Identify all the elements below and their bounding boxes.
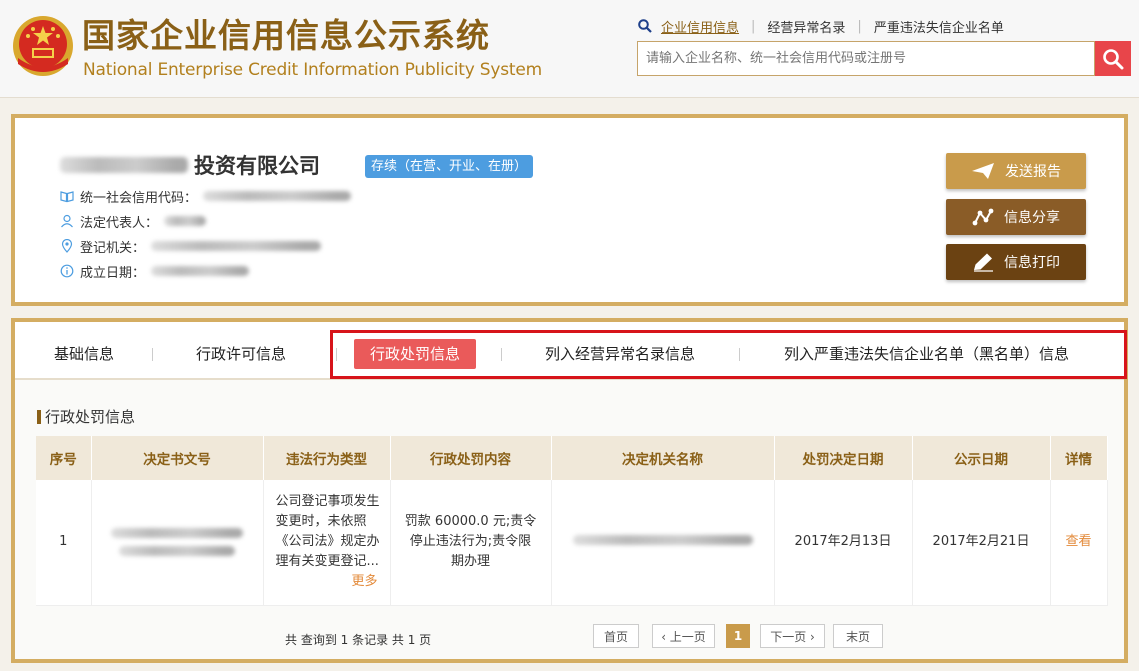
legal-rep-label: 法定代表人： — [80, 215, 159, 231]
credit-code-row: 统一社会信用代码： — [60, 186, 352, 206]
founded-label: 成立日期： — [80, 265, 146, 281]
cell-violation-type: 公司登记事项发生变更时，未依照《公司法》规定办理有关变更登记... 更多 — [263, 480, 391, 606]
column-header: 详情 — [1050, 436, 1108, 480]
company-info-panel: 投资有限公司 存续（在营、开业、在册） 统一社会信用代码： 法定代表人： 登记机… — [11, 114, 1128, 306]
tab-separator — [152, 348, 153, 361]
redacted-text — [203, 191, 352, 201]
table-row: 1 公司登记事项发生变更时，未依照《公司法》规定办理有关变更登记... 更多 罚… — [36, 480, 1108, 606]
nav-separator: | — [857, 18, 862, 34]
redacted-text — [151, 266, 250, 276]
pencil-icon — [974, 253, 993, 272]
redacted-text — [60, 157, 188, 173]
tab-bar: 基础信息 行政许可信息 行政处罚信息 列入经营异常名录信息 列入严重违法失信企业… — [15, 322, 1127, 380]
more-link[interactable]: 更多 — [351, 572, 377, 592]
section-title: 行政处罚信息 — [37, 406, 135, 427]
cell-detail: 查看 — [1050, 480, 1108, 606]
cell-authority-name — [551, 480, 775, 606]
cell-decision-number — [91, 480, 264, 606]
violation-text: 公司登记事项发生变更时，未依照《公司法》规定办理有关变更登记... — [275, 494, 380, 570]
pager-next[interactable]: 下一页 › — [760, 624, 825, 648]
redacted-text — [151, 241, 322, 251]
paper-plane-icon — [972, 163, 994, 179]
user-icon — [60, 214, 74, 228]
share-icon — [972, 208, 994, 226]
print-button[interactable]: 信息打印 — [946, 244, 1086, 280]
legal-rep-row: 法定代表人： — [60, 211, 207, 231]
redacted-text — [572, 535, 753, 546]
share-label: 信息分享 — [1004, 210, 1060, 226]
nav-abnormal-list[interactable]: 经营异常名录 — [767, 17, 845, 36]
site-title: 国家企业信用信息公示系统 — [82, 16, 490, 55]
highlight-frame — [330, 330, 1127, 379]
top-nav: 企业信用信息 | 经营异常名录 | 严重违法失信企业名单 — [638, 15, 1004, 37]
company-name-suffix: 投资有限公司 — [194, 154, 320, 178]
info-icon — [60, 264, 74, 278]
column-header: 序号 — [36, 436, 92, 480]
send-report-button[interactable]: 发送报告 — [946, 153, 1086, 189]
national-emblem-icon — [13, 16, 73, 76]
tab-admin-license[interactable]: 行政许可信息 — [196, 339, 286, 369]
column-header: 处罚决定日期 — [774, 436, 913, 480]
book-icon — [60, 189, 74, 203]
nav-separator: | — [751, 18, 756, 34]
pager-current[interactable]: 1 — [726, 624, 750, 648]
location-pin-icon — [60, 239, 74, 253]
tab-basic-info[interactable]: 基础信息 — [54, 339, 114, 369]
pager-last[interactable]: 末页 — [833, 624, 883, 648]
nav-credit-info[interactable]: 企业信用信息 — [661, 17, 739, 36]
table-header-row: 序号 决定书文号 违法行为类型 行政处罚内容 决定机关名称 处罚决定日期 公示日… — [36, 436, 1108, 480]
redacted-text — [111, 528, 243, 539]
status-badge: 存续（在营、开业、在册） — [365, 155, 534, 178]
search-button[interactable] — [1095, 41, 1131, 76]
search-input[interactable] — [638, 42, 1094, 75]
company-name: 投资有限公司 — [60, 150, 320, 180]
main-panel: 基础信息 行政许可信息 行政处罚信息 列入经营异常名录信息 列入严重违法失信企业… — [11, 318, 1128, 663]
cell-publish-date: 2017年2月21日 — [912, 480, 1051, 606]
print-label: 信息打印 — [1004, 255, 1060, 271]
send-report-label: 发送报告 — [1005, 164, 1061, 180]
authority-row: 登记机关： — [60, 236, 322, 256]
column-header: 行政处罚内容 — [390, 436, 552, 480]
pager-first[interactable]: 首页 — [593, 624, 639, 648]
record-count: 共 查询到 1 条记录 共 1 页 — [285, 633, 432, 647]
column-header: 决定机关名称 — [551, 436, 775, 480]
redacted-text — [164, 216, 207, 226]
cell-index: 1 — [36, 480, 92, 606]
redacted-text — [119, 546, 235, 557]
authority-label: 登记机关： — [80, 240, 146, 256]
founded-row: 成立日期： — [60, 261, 250, 281]
cell-decision-date: 2017年2月13日 — [774, 480, 913, 606]
cell-penalty-content: 罚款 60000.0 元;责令停止违法行为;责令限期办理 — [390, 480, 552, 606]
share-button[interactable]: 信息分享 — [946, 199, 1086, 235]
search-icon — [1103, 48, 1124, 69]
credit-code-label: 统一社会信用代码： — [80, 190, 198, 206]
pager-prev[interactable]: ‹ 上一页 — [652, 624, 715, 648]
site-subtitle: National Enterprise Credit Information P… — [83, 60, 542, 80]
penalty-table: 序号 决定书文号 违法行为类型 行政处罚内容 决定机关名称 处罚决定日期 公示日… — [36, 436, 1108, 606]
search-box — [637, 41, 1095, 76]
column-header: 公示日期 — [912, 436, 1051, 480]
site-header: 国家企业信用信息公示系统 National Enterprise Credit … — [0, 0, 1139, 98]
column-header: 违法行为类型 — [263, 436, 391, 480]
view-detail-link[interactable]: 查看 — [1065, 534, 1091, 549]
column-header: 决定书文号 — [91, 436, 264, 480]
search-icon — [638, 19, 652, 33]
nav-blacklist[interactable]: 严重违法失信企业名单 — [874, 17, 1004, 36]
